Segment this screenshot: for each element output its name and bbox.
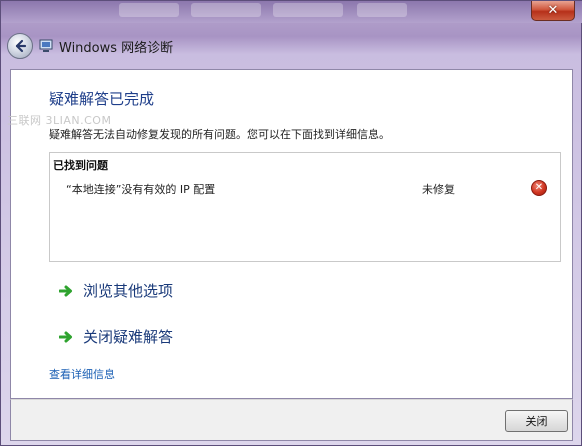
blurred-tab <box>273 3 343 17</box>
window-title: Windows 网络诊断 <box>59 40 174 56</box>
problems-header: 已找到问题 <box>53 159 108 172</box>
close-button[interactable]: 关闭 <box>505 410 568 432</box>
content-panel: 疑难解答已完成 三联网 3LIAN.COM 疑难解答无法自动修复发现的所有问题。… <box>7 69 573 399</box>
page-subtitle: 疑难解答无法自动修复发现的所有问题。您可以在下面找到详细信息。 <box>49 128 390 141</box>
green-arrow-icon <box>59 331 72 342</box>
error-icon: ✕ <box>531 180 547 196</box>
back-button[interactable] <box>7 33 33 59</box>
page-heading: 疑难解答已完成 <box>49 90 155 108</box>
option-label: 浏览其他选项 <box>83 282 174 300</box>
close-icon: ✕ <box>547 3 559 18</box>
problem-description: “本地连接”没有有效的 IP 配置 <box>66 183 216 196</box>
explore-other-options-link[interactable]: 浏览其他选项 <box>59 280 173 301</box>
green-arrow-icon <box>59 285 72 296</box>
window-close-button[interactable]: ✕ <box>531 1 575 21</box>
footer-bar: 关闭 <box>10 399 573 441</box>
problem-status: 未修复 <box>422 183 455 196</box>
option-label: 关闭疑难解答 <box>83 328 174 346</box>
blurred-tab <box>191 3 261 17</box>
problems-list: 已找到问题 “本地连接”没有有效的 IP 配置 未修复 ✕ <box>49 152 561 262</box>
dialog-window: ✕ Windows 网络诊断 疑难解答已完成 三联网 3LIAN.COM 疑难解… <box>0 0 582 446</box>
title-bar: Windows 网络诊断 <box>7 27 567 65</box>
blurred-tab <box>357 3 407 17</box>
close-troubleshooter-link[interactable]: 关闭疑难解答 <box>59 326 173 347</box>
blurred-tab <box>119 3 179 17</box>
network-diagnostics-icon <box>39 39 55 53</box>
view-details-link[interactable]: 查看详细信息 <box>49 366 115 382</box>
back-arrow-icon <box>15 39 27 53</box>
top-strip <box>1 1 582 23</box>
